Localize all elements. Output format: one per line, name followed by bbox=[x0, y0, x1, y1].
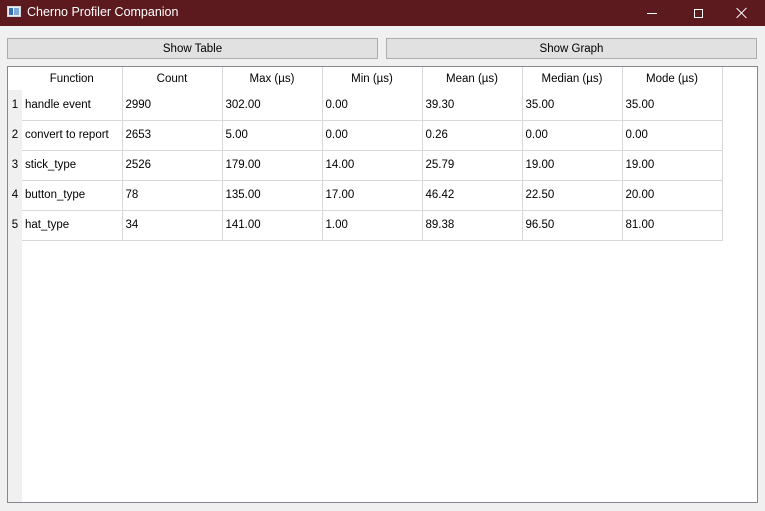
minimize-button[interactable] bbox=[629, 0, 675, 26]
maximize-button[interactable] bbox=[675, 0, 721, 26]
column-header[interactable]: Min (µs) bbox=[322, 67, 423, 90]
minimize-icon bbox=[647, 12, 657, 14]
window-title: Cherno Profiler Companion bbox=[27, 5, 179, 19]
table-cell[interactable]: 1.00 bbox=[322, 210, 423, 241]
show-table-button[interactable]: Show Table bbox=[7, 38, 378, 59]
column-header[interactable]: Count bbox=[122, 67, 223, 90]
stats-table: Function Count Max (µs) Min (µs) Mean (µ… bbox=[8, 67, 723, 241]
close-button[interactable] bbox=[719, 0, 765, 26]
app-icon bbox=[7, 6, 21, 17]
table-cell[interactable]: 20.00 bbox=[622, 180, 723, 211]
table-cell[interactable]: 14.00 bbox=[322, 150, 423, 181]
table-row: 4 button_type 78 135.00 17.00 46.42 22.5… bbox=[8, 180, 723, 211]
table-cell[interactable]: 179.00 bbox=[222, 150, 323, 181]
table-cell[interactable]: 35.00 bbox=[522, 90, 623, 121]
table-cell[interactable]: 19.00 bbox=[622, 150, 723, 181]
row-number[interactable]: 3 bbox=[8, 150, 22, 180]
table-cell[interactable]: 78 bbox=[122, 180, 223, 211]
table-cell[interactable]: 0.00 bbox=[622, 120, 723, 151]
table-cell[interactable]: 17.00 bbox=[322, 180, 423, 211]
close-icon bbox=[736, 7, 748, 19]
table-cell[interactable]: 39.30 bbox=[422, 90, 523, 121]
table-cell[interactable]: 89.38 bbox=[422, 210, 523, 241]
table-cell[interactable]: 2526 bbox=[122, 150, 223, 181]
table-cell[interactable]: 35.00 bbox=[622, 90, 723, 121]
table-cell[interactable]: hat_type bbox=[22, 210, 123, 241]
row-number[interactable]: 1 bbox=[8, 90, 22, 120]
column-header[interactable]: Mode (µs) bbox=[622, 67, 723, 90]
table-cell[interactable]: 5.00 bbox=[222, 120, 323, 151]
table-cell[interactable]: 135.00 bbox=[222, 180, 323, 211]
table-cell[interactable]: 302.00 bbox=[222, 90, 323, 121]
column-header[interactable]: Mean (µs) bbox=[422, 67, 523, 90]
table-cell[interactable]: 2653 bbox=[122, 120, 223, 151]
show-graph-button[interactable]: Show Graph bbox=[386, 38, 757, 59]
table-row: 3 stick_type 2526 179.00 14.00 25.79 19.… bbox=[8, 150, 723, 181]
table-cell[interactable]: 0.26 bbox=[422, 120, 523, 151]
maximize-icon bbox=[693, 8, 703, 18]
table-cell[interactable]: 81.00 bbox=[622, 210, 723, 241]
corner-cell[interactable] bbox=[8, 67, 22, 90]
row-number[interactable]: 2 bbox=[8, 120, 22, 150]
table-cell[interactable]: convert to report bbox=[22, 120, 123, 151]
table-cell[interactable]: 34 bbox=[122, 210, 223, 241]
table-cell[interactable]: button_type bbox=[22, 180, 123, 211]
row-number[interactable]: 5 bbox=[8, 210, 22, 240]
table-cell[interactable]: 22.50 bbox=[522, 180, 623, 211]
table-cell[interactable]: stick_type bbox=[22, 150, 123, 181]
table-cell[interactable]: 141.00 bbox=[222, 210, 323, 241]
column-header[interactable]: Function bbox=[22, 67, 123, 90]
table-row: 1 handle event 2990 302.00 0.00 39.30 35… bbox=[8, 90, 723, 121]
table-cell[interactable]: 2990 bbox=[122, 90, 223, 121]
table-cell[interactable]: 46.42 bbox=[422, 180, 523, 211]
table-cell[interactable]: 96.50 bbox=[522, 210, 623, 241]
table-row: 2 convert to report 2653 5.00 0.00 0.26 … bbox=[8, 120, 723, 151]
table-cell[interactable]: 19.00 bbox=[522, 150, 623, 181]
row-number[interactable]: 4 bbox=[8, 180, 22, 210]
profiler-table[interactable]: Function Count Max (µs) Min (µs) Mean (µ… bbox=[7, 66, 758, 503]
column-header[interactable]: Median (µs) bbox=[522, 67, 623, 90]
table-cell[interactable]: handle event bbox=[22, 90, 123, 121]
title-bar: Cherno Profiler Companion bbox=[0, 0, 765, 26]
table-cell[interactable]: 0.00 bbox=[522, 120, 623, 151]
table-row: 5 hat_type 34 141.00 1.00 89.38 96.50 81… bbox=[8, 210, 723, 241]
column-header[interactable]: Max (µs) bbox=[222, 67, 323, 90]
table-cell[interactable]: 0.00 bbox=[322, 120, 423, 151]
table-cell[interactable]: 0.00 bbox=[322, 90, 423, 121]
header-row: Function Count Max (µs) Min (µs) Mean (µ… bbox=[8, 67, 723, 90]
table-cell[interactable]: 25.79 bbox=[422, 150, 523, 181]
